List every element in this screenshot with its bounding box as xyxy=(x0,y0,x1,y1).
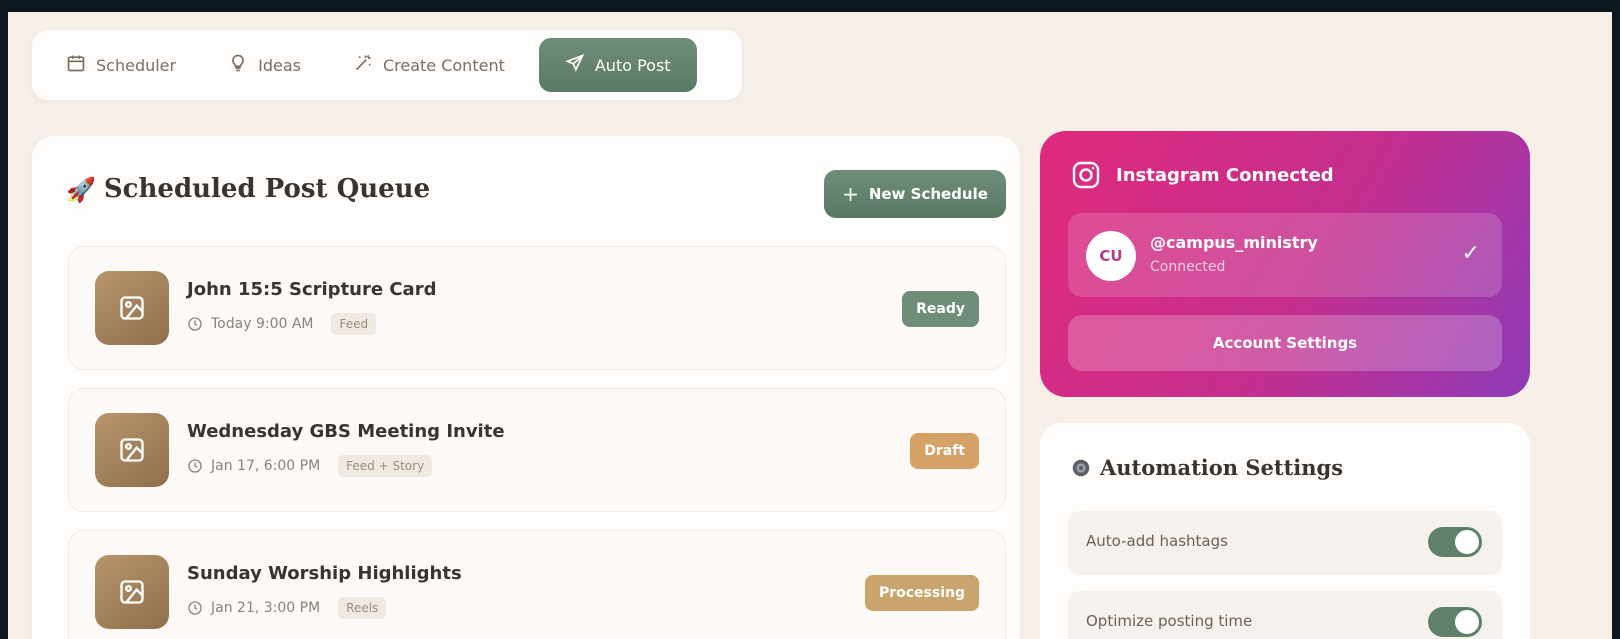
nav-scheduler[interactable]: Scheduler xyxy=(40,38,202,92)
optimize-time-toggle[interactable] xyxy=(1428,607,1482,637)
top-nav: Scheduler Ideas Create Content Auto Post xyxy=(32,30,742,100)
image-icon xyxy=(120,296,144,320)
status-badge: Draft xyxy=(910,433,979,469)
plus-icon: + xyxy=(842,182,859,206)
post-title: John 15:5 Scripture Card xyxy=(187,279,437,300)
check-icon: ✓ xyxy=(1461,241,1480,266)
setting-label: Auto-add hashtags xyxy=(1086,532,1228,550)
setting-row: Auto-add hashtags xyxy=(1068,511,1502,575)
post-time: Jan 21, 3:00 PM xyxy=(211,600,321,616)
nav-create-content-label: Create Content xyxy=(382,55,505,75)
queue-title: 🚀 Scheduled Post Queue xyxy=(66,174,430,204)
post-title: Sunday Worship Highlights xyxy=(187,563,462,584)
instagram-icon xyxy=(1072,161,1100,189)
nav-ideas[interactable]: Ideas xyxy=(202,38,327,92)
connection-status: Connected xyxy=(1150,259,1226,275)
automation-title-text: Automation Settings xyxy=(1100,455,1344,480)
instagram-header: Instagram Connected xyxy=(1070,159,1334,191)
instagram-card: Instagram Connected CU @campus_ministry … xyxy=(1040,131,1530,397)
auto-hashtags-toggle[interactable] xyxy=(1428,527,1482,557)
new-schedule-label: New Schedule xyxy=(868,185,988,203)
calendar-icon xyxy=(66,53,86,77)
post-type-tag: Feed xyxy=(331,313,377,335)
nav-auto-post-label: Auto Post xyxy=(594,55,671,75)
instagram-title: Instagram Connected xyxy=(1116,164,1334,186)
post-item[interactable]: Wednesday GBS Meeting Invite Jan 17, 6:0… xyxy=(68,388,1006,512)
magic-wand-icon xyxy=(353,53,373,77)
nav-scheduler-label: Scheduler xyxy=(96,55,177,75)
post-time: Today 9:00 AM xyxy=(211,316,314,332)
post-thumbnail xyxy=(95,555,169,629)
lightbulb-icon xyxy=(228,53,248,77)
post-time: Jan 17, 6:00 PM xyxy=(211,458,321,474)
nav-create-content[interactable]: Create Content xyxy=(327,38,531,92)
automation-title: Automation Settings xyxy=(1070,455,1343,480)
nav-ideas-label: Ideas xyxy=(258,55,301,75)
clock-icon xyxy=(188,317,202,331)
status-badge: Ready xyxy=(902,291,979,327)
gear-icon xyxy=(1072,459,1090,476)
automation-settings-card: Automation Settings Auto-add hashtags Op… xyxy=(1040,423,1530,639)
setting-row: Optimize posting time xyxy=(1068,591,1502,639)
post-title: Wednesday GBS Meeting Invite xyxy=(187,421,505,442)
status-badge: Processing xyxy=(864,575,979,611)
scheduled-post-queue: 🚀 Scheduled Post Queue + New Schedule Jo… xyxy=(32,136,1020,639)
rocket-icon: 🚀 xyxy=(66,174,96,204)
avatar: CU xyxy=(1086,231,1136,281)
clock-icon xyxy=(188,459,202,473)
image-icon xyxy=(120,438,144,462)
app-canvas: Scheduler Ideas Create Content Auto Post… xyxy=(8,12,1612,639)
post-type-tag: Reels xyxy=(338,597,387,619)
setting-label: Optimize posting time xyxy=(1086,612,1253,630)
image-icon xyxy=(120,580,144,604)
post-meta: Jan 17, 6:00 PM Feed + Story xyxy=(187,455,433,477)
queue-title-text: Scheduled Post Queue xyxy=(103,174,431,204)
post-thumbnail xyxy=(95,271,169,345)
account-handle: @campus_ministry xyxy=(1150,233,1318,252)
post-item[interactable]: Sunday Worship Highlights Jan 21, 3:00 P… xyxy=(68,530,1006,639)
post-thumbnail xyxy=(95,413,169,487)
post-meta: Jan 21, 3:00 PM Reels xyxy=(187,597,387,619)
account-settings-button[interactable]: Account Settings xyxy=(1068,315,1502,371)
nav-auto-post[interactable]: Auto Post xyxy=(538,38,697,92)
send-icon xyxy=(565,53,585,77)
post-meta: Today 9:00 AM Feed xyxy=(187,313,377,335)
post-type-tag: Feed + Story xyxy=(338,455,433,477)
post-item[interactable]: John 15:5 Scripture Card Today 9:00 AM F… xyxy=(68,246,1006,370)
clock-icon xyxy=(188,601,202,615)
new-schedule-button[interactable]: + New Schedule xyxy=(824,170,1006,218)
instagram-account[interactable]: CU @campus_ministry Connected ✓ xyxy=(1068,213,1502,297)
